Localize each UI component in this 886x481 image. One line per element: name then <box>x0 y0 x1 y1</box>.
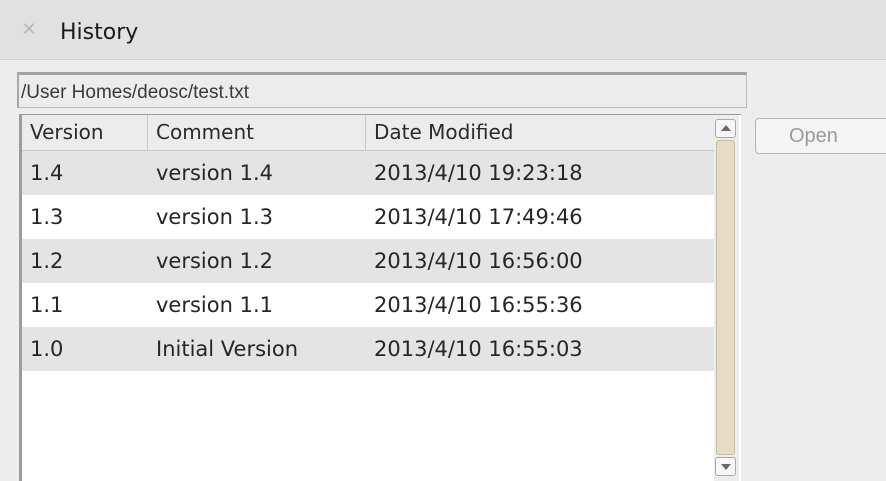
scroll-down-arrow-icon <box>721 464 731 470</box>
scroll-up-button[interactable] <box>715 119 736 138</box>
window-titlebar: ✕ History <box>0 0 886 60</box>
table-row[interactable]: 1.2 version 1.2 2013/4/10 16:56:00 <box>22 239 714 283</box>
comment-cell: version 1.3 <box>156 205 273 229</box>
table-body: 1.4 version 1.4 2013/4/10 19:23:18 1.3 v… <box>22 151 714 371</box>
file-path-field[interactable]: /User Homes/deosc/test.txt <box>17 72 747 108</box>
version-cell: 1.4 <box>30 161 64 185</box>
column-header-date-modified[interactable]: Date Modified <box>366 115 714 150</box>
comment-cell: Initial Version <box>156 337 299 361</box>
close-icon[interactable]: ✕ <box>21 21 37 39</box>
scroll-thumb[interactable] <box>716 140 735 455</box>
date-cell: 2013/4/10 16:55:03 <box>374 337 583 361</box>
column-header-comment[interactable]: Comment <box>148 115 366 150</box>
table-row[interactable]: 1.1 version 1.1 2013/4/10 16:55:36 <box>22 283 714 327</box>
table-header: Version Comment Date Modified <box>22 115 714 151</box>
table-row[interactable]: 1.0 Initial Version 2013/4/10 16:55:03 <box>22 327 714 371</box>
open-button[interactable]: Open <box>755 118 886 154</box>
table-row[interactable]: 1.4 version 1.4 2013/4/10 19:23:18 <box>22 151 714 195</box>
history-panel: /User Homes/deosc/test.txt Version Comme… <box>0 60 886 481</box>
comment-cell: version 1.2 <box>156 249 273 273</box>
date-cell: 2013/4/10 16:55:36 <box>374 293 583 317</box>
column-header-version[interactable]: Version <box>22 115 148 150</box>
date-cell: 2013/4/10 19:23:18 <box>374 161 583 185</box>
comment-cell: version 1.1 <box>156 293 273 317</box>
version-cell: 1.0 <box>30 337 64 361</box>
version-cell: 1.3 <box>30 205 64 229</box>
version-cell: 1.2 <box>30 249 64 273</box>
window-title: History <box>60 20 139 45</box>
comment-cell: version 1.4 <box>156 161 273 185</box>
date-cell: 2013/4/10 16:56:00 <box>374 249 583 273</box>
scroll-up-arrow-icon <box>721 125 731 131</box>
version-cell: 1.1 <box>30 293 64 317</box>
history-table: Version Comment Date Modified 1.4 versio… <box>19 114 741 481</box>
table-row[interactable]: 1.3 version 1.3 2013/4/10 17:49:46 <box>22 195 714 239</box>
scroll-down-button[interactable] <box>715 457 736 476</box>
date-cell: 2013/4/10 17:49:46 <box>374 205 583 229</box>
vertical-scrollbar[interactable] <box>714 115 739 481</box>
